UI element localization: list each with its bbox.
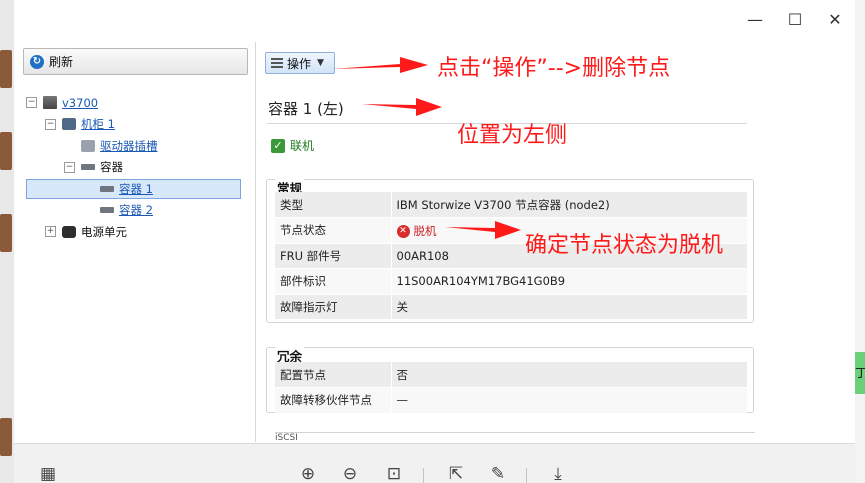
enclosure-icon <box>100 185 114 192</box>
online-label: 联机 <box>290 139 315 153</box>
tree-item-label[interactable]: v3700 <box>62 96 98 110</box>
annotation-action-note: 点击“操作”-->删除节点 <box>437 56 671 81</box>
divider <box>423 468 424 483</box>
tree-item-label: 电源单元 <box>81 224 127 239</box>
navigation-panel: ↻ 刷新 − v3700 − 机柜 1 驱动器插槽 − 容器 容器 1 容器 2… <box>14 42 256 442</box>
power-supply-icon <box>62 225 76 238</box>
redundancy-properties-table: 配置节点 否 故障转移伙伴节点 — <box>275 362 747 414</box>
background-avatar <box>0 132 12 170</box>
tree-item-label[interactable]: 容器 2 <box>119 202 153 218</box>
server-icon <box>43 96 57 110</box>
section-title: iSCSI <box>275 433 298 442</box>
grid-view-icon[interactable]: ▦ <box>36 464 60 483</box>
annotation-position-note: 位置为左侧 <box>457 123 568 148</box>
property-key: 配置节点 <box>275 362 392 388</box>
annotation-arrow-actions <box>332 57 428 73</box>
property-value: 否 <box>391 362 747 388</box>
tree-item-enclosures[interactable]: − 容器 <box>26 157 256 179</box>
tree-item-rack[interactable]: − 机柜 1 <box>26 114 256 136</box>
close-button[interactable]: ✕ <box>822 8 848 32</box>
table-row: 故障转移伙伴节点 — <box>275 387 747 414</box>
table-row: 配置节点 否 <box>275 362 747 388</box>
export-icon[interactable]: ⇱ <box>444 464 468 483</box>
tree-item-label[interactable]: 驱动器插槽 <box>100 138 158 154</box>
background-green-tab: 丁 <box>855 352 865 394</box>
viewer-toolbar: ▦ ⊕ ⊖ ⊡ ⇱ ✎ ⤓ <box>14 443 855 483</box>
property-value: 11S00AR104YM17BG41G0B9 <box>391 268 747 295</box>
check-icon: ✓ <box>271 138 285 153</box>
zoom-out-icon[interactable]: ⊖ <box>338 464 362 483</box>
annotation-status-note: 确定节点状态为脱机 <box>525 233 724 258</box>
tree-item-label[interactable]: 容器 1 <box>119 181 153 197</box>
refresh-label: 刷新 <box>49 55 74 69</box>
download-icon[interactable]: ⤓ <box>546 464 570 483</box>
background-avatar <box>0 50 12 88</box>
property-value: IBM Storwize V3700 节点容器 (node2) <box>391 192 747 218</box>
tree-item-v3700[interactable]: − v3700 <box>26 92 256 114</box>
node-status-offline: ✕ 脱机 <box>396 223 437 239</box>
minimize-button[interactable]: — <box>742 8 768 32</box>
tree-item-enclosure-2[interactable]: 容器 2 <box>26 200 256 222</box>
collapse-toggle[interactable]: − <box>45 118 56 130</box>
error-icon: ✕ <box>396 224 410 238</box>
table-row: 类型 IBM Storwize V3700 节点容器 (node2) <box>275 192 747 218</box>
maximize-button[interactable]: ☐ <box>782 8 808 32</box>
background-avatar <box>0 418 12 456</box>
table-row: 故障指示灯 关 <box>275 294 747 320</box>
chevron-down-icon: ▼ <box>317 58 324 68</box>
refresh-button[interactable]: ↻ 刷新 <box>23 48 248 75</box>
rack-icon <box>62 118 76 131</box>
refresh-icon: ↻ <box>30 54 44 69</box>
edit-icon[interactable]: ✎ <box>486 464 510 483</box>
tree-item-label: 容器 <box>100 160 123 175</box>
property-key: 故障指示灯 <box>275 294 392 320</box>
iscsi-section-peek: iSCSI <box>275 432 755 442</box>
actions-dropdown-button[interactable]: 操作 ▼ <box>265 52 335 74</box>
property-value: — <box>391 387 747 414</box>
status-text: 脱机 <box>413 224 437 238</box>
tree-item-power-supply[interactable]: + 电源单元 <box>26 221 256 243</box>
expand-toggle[interactable]: + <box>45 226 56 238</box>
background-window-edge <box>0 0 14 483</box>
divider <box>526 468 527 483</box>
enclosure-icon <box>100 207 114 214</box>
collapse-toggle[interactable]: − <box>26 97 37 109</box>
property-key: 节点状态 <box>275 217 392 244</box>
property-key: FRU 部件号 <box>275 243 392 269</box>
background-window-edge-right: 丁 <box>855 0 865 483</box>
list-icon <box>271 58 283 68</box>
drive-slot-icon <box>81 139 95 152</box>
tree-item-enclosure-1[interactable]: 容器 1 <box>26 178 256 200</box>
tree-item-label[interactable]: 机柜 1 <box>81 116 115 132</box>
window-title-bar: — ☐ ✕ <box>14 0 855 40</box>
property-key: 部件标识 <box>275 268 392 295</box>
table-row: 部件标识 11S00AR104YM17BG41G0B9 <box>275 268 747 295</box>
actions-label: 操作 <box>287 56 312 71</box>
online-status: ✓ 联机 <box>271 137 314 154</box>
system-tree: − v3700 − 机柜 1 驱动器插槽 − 容器 容器 1 容器 2 + 电源… <box>26 92 256 243</box>
annotation-arrow-position <box>362 98 442 116</box>
page-title: 容器 1 (左) <box>268 100 344 118</box>
property-value: 关 <box>391 294 747 320</box>
property-key: 故障转移伙伴节点 <box>275 387 392 414</box>
tree-item-drive-slots[interactable]: 驱动器插槽 <box>26 135 256 157</box>
redundancy-section: 冗余 配置节点 否 故障转移伙伴节点 — <box>266 346 754 414</box>
annotation-arrow-status <box>445 221 521 239</box>
enclosure-group-icon <box>81 164 95 171</box>
collapse-toggle[interactable]: − <box>64 161 75 173</box>
property-key: 类型 <box>275 192 392 218</box>
fit-icon[interactable]: ⊡ <box>382 464 406 483</box>
background-avatar <box>0 214 12 252</box>
zoom-in-icon[interactable]: ⊕ <box>296 464 320 483</box>
